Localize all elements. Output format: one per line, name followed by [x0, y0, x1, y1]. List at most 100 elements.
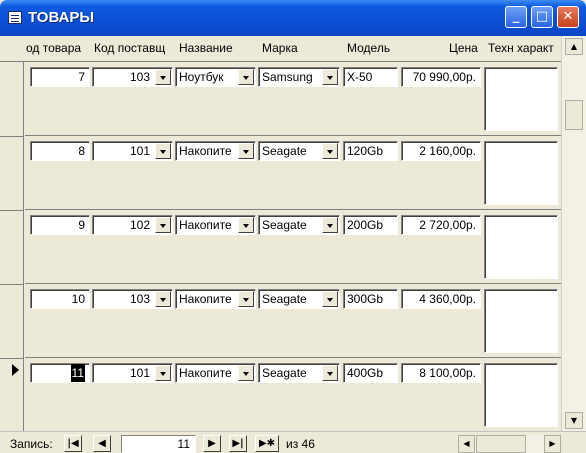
product-id-value: 8 [78, 144, 85, 158]
chevron-down-icon[interactable] [155, 217, 171, 233]
price-field[interactable]: 8 100,00р. [401, 363, 481, 383]
tech-specs-memo[interactable] [484, 67, 558, 131]
window-title: ТОВАРЫ [28, 9, 95, 26]
next-record-button[interactable]: ▶ [203, 435, 221, 452]
chevron-down-icon[interactable] [322, 143, 338, 159]
brand-value: Samsung [262, 70, 313, 84]
form-icon [8, 11, 22, 24]
record-selector-column[interactable] [0, 62, 24, 431]
name-value: Накопите [179, 218, 232, 232]
horizontal-scroll-thumb[interactable] [476, 435, 526, 453]
name-combo[interactable]: Накопите [175, 363, 256, 383]
product-id-field[interactable]: 11 [30, 363, 90, 383]
last-record-button[interactable]: ▶| [229, 435, 247, 452]
model-field[interactable]: X-50 [343, 67, 398, 87]
chevron-down-icon[interactable] [322, 217, 338, 233]
product-id-field[interactable]: 9 [30, 215, 90, 235]
name-value: Накопите [179, 366, 232, 380]
chevron-down-icon[interactable] [238, 69, 254, 85]
supplier-code-value: 103 [129, 70, 150, 84]
supplier-code-value: 103 [129, 292, 150, 306]
selector-divider [0, 358, 24, 359]
supplier-code-combo[interactable]: 101 [92, 363, 173, 383]
scroll-up-icon[interactable]: ▲ [565, 38, 583, 55]
model-field[interactable]: 400Gb [343, 363, 398, 383]
product-id-field[interactable]: 10 [30, 289, 90, 309]
price-field[interactable]: 2 720,00р. [401, 215, 481, 235]
selector-divider [0, 284, 24, 285]
name-combo[interactable]: Накопите [175, 289, 256, 309]
chevron-down-icon[interactable] [322, 365, 338, 381]
model-field[interactable]: 300Gb [343, 289, 398, 309]
header-supplier-code: Код поставщ [94, 41, 166, 55]
tech-specs-memo[interactable] [484, 141, 558, 205]
price-value: 4 360,00р. [419, 292, 476, 306]
brand-combo[interactable]: Seagate [258, 289, 340, 309]
brand-combo[interactable]: Seagate [258, 363, 340, 383]
name-combo[interactable]: Ноутбук [175, 67, 256, 87]
selector-divider [0, 210, 24, 211]
tech-specs-memo[interactable] [484, 215, 558, 279]
brand-combo[interactable]: Seagate [258, 215, 340, 235]
supplier-code-combo[interactable]: 102 [92, 215, 173, 235]
chevron-down-icon[interactable] [155, 69, 171, 85]
chevron-down-icon[interactable] [155, 143, 171, 159]
record-navigation-bar: Запись: |◀ ◀ 11 ▶ ▶| ▶✱ из 46 ◀ ▶ [0, 431, 586, 453]
supplier-code-combo[interactable]: 101 [92, 141, 173, 161]
model-field[interactable]: 200Gb [343, 215, 398, 235]
chevron-down-icon[interactable] [238, 291, 254, 307]
chevron-down-icon[interactable] [238, 217, 254, 233]
current-record-input[interactable]: 11 [121, 435, 196, 453]
record-count: из 46 [286, 437, 315, 451]
price-field[interactable]: 70 990,00р. [401, 67, 481, 87]
supplier-code-value: 101 [129, 366, 150, 380]
model-value: 120Gb [347, 144, 384, 158]
tech-specs-memo[interactable] [484, 363, 558, 427]
brand-combo[interactable]: Seagate [258, 141, 340, 161]
header-model: Модель [347, 41, 391, 55]
form-window: ТОВАРЫ _ □ ✕ од товара Код поставщ Назва… [0, 0, 586, 453]
product-id-field[interactable]: 7 [30, 67, 90, 87]
supplier-code-value: 102 [129, 218, 150, 232]
chevron-down-icon[interactable] [322, 291, 338, 307]
brand-value: Seagate [262, 144, 307, 158]
model-value: 300Gb [347, 292, 384, 306]
maximize-button[interactable]: □ [531, 6, 553, 28]
chevron-down-icon[interactable] [238, 365, 254, 381]
horizontal-scrollbar[interactable]: ◀ ▶ [458, 435, 561, 453]
close-button[interactable]: ✕ [557, 6, 579, 28]
brand-combo[interactable]: Samsung [258, 67, 340, 87]
product-id-field[interactable]: 8 [30, 141, 90, 161]
previous-record-button[interactable]: ◀ [93, 435, 111, 452]
record-row[interactable]: 9 102 Накопите Seagate 200Gb 2 720,00р. [25, 210, 561, 284]
chevron-down-icon[interactable] [155, 365, 171, 381]
minimize-button[interactable]: _ [505, 6, 527, 28]
price-field[interactable]: 4 360,00р. [401, 289, 481, 309]
supplier-code-combo[interactable]: 103 [92, 67, 173, 87]
new-record-button[interactable]: ▶✱ [255, 435, 279, 452]
name-combo[interactable]: Накопите [175, 215, 256, 235]
record-row[interactable]: 10 103 Накопите Seagate 300Gb 4 360,00р. [25, 284, 561, 358]
model-field[interactable]: 120Gb [343, 141, 398, 161]
vertical-scroll-thumb[interactable] [565, 100, 583, 130]
scroll-left-icon[interactable]: ◀ [458, 435, 475, 453]
record-row[interactable]: 7 103 Ноутбук Samsung X-50 70 990,00р. [25, 62, 561, 136]
title-bar[interactable]: ТОВАРЫ _ □ ✕ [0, 0, 586, 36]
product-id-value: 11 [70, 364, 85, 382]
chevron-down-icon[interactable] [155, 291, 171, 307]
vertical-scrollbar[interactable]: ▲ ▼ [561, 36, 586, 431]
chevron-down-icon[interactable] [238, 143, 254, 159]
first-record-button[interactable]: |◀ [64, 435, 82, 452]
tech-specs-memo[interactable] [484, 289, 558, 353]
supplier-code-combo[interactable]: 103 [92, 289, 173, 309]
record-row-current[interactable]: 11 101 Накопите Seagate 400Gb 8 100,00р. [25, 358, 561, 431]
model-value: 200Gb [347, 218, 384, 232]
chevron-down-icon[interactable] [322, 69, 338, 85]
name-combo[interactable]: Накопите [175, 141, 256, 161]
scroll-down-icon[interactable]: ▼ [565, 412, 583, 429]
record-row[interactable]: 8 101 Накопите Seagate 120Gb 2 160,00р. [25, 136, 561, 210]
product-id-value: 10 [71, 292, 85, 306]
price-field[interactable]: 2 160,00р. [401, 141, 481, 161]
scroll-right-icon[interactable]: ▶ [544, 435, 561, 453]
resize-grip[interactable] [565, 435, 583, 453]
